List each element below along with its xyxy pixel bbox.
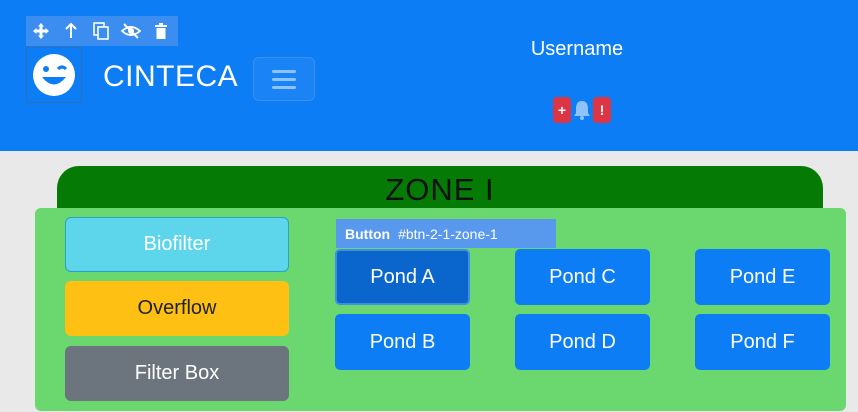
pond-e-button[interactable]: Pond E <box>695 249 830 305</box>
inspector-id: #btn-2-1-zone-1 <box>398 225 498 242</box>
menu-line <box>272 69 296 73</box>
top-navbar: CINTECA Username + ! <box>0 0 858 151</box>
inspector-type: Button <box>345 225 391 242</box>
trash-icon[interactable] <box>148 18 174 44</box>
brand-name[interactable]: CINTECA <box>103 60 238 94</box>
logo[interactable] <box>26 47 82 103</box>
username-label[interactable]: Username <box>497 38 657 61</box>
alert-badge[interactable]: ! <box>593 97 611 123</box>
element-toolbar <box>26 16 178 46</box>
arrow-up-icon[interactable] <box>58 18 84 44</box>
element-inspector-label: Button #btn-2-1-zone-1 <box>336 219 556 248</box>
zone-title: ZONE I <box>385 172 495 207</box>
notification-area[interactable]: + ! <box>553 96 611 124</box>
menu-toggle-button[interactable] <box>253 57 315 101</box>
wink-face-icon <box>33 54 75 96</box>
pond-f-button[interactable]: Pond F <box>695 314 830 370</box>
biofilter-button[interactable]: Biofilter <box>65 217 289 272</box>
filter-box-button[interactable]: Filter Box <box>65 346 289 401</box>
copy-icon[interactable] <box>88 18 114 44</box>
pond-d-button[interactable]: Pond D <box>515 314 650 370</box>
overflow-button[interactable]: Overflow <box>65 281 289 336</box>
eye-slash-icon[interactable] <box>118 18 144 44</box>
pond-c-button[interactable]: Pond C <box>515 249 650 305</box>
pond-a-button[interactable]: Pond A <box>335 249 470 305</box>
menu-line <box>272 85 296 89</box>
add-badge[interactable]: + <box>553 97 571 123</box>
menu-line <box>272 77 296 81</box>
move-icon[interactable] <box>28 18 54 44</box>
bell-icon[interactable] <box>571 99 593 121</box>
pond-b-button[interactable]: Pond B <box>335 314 470 370</box>
